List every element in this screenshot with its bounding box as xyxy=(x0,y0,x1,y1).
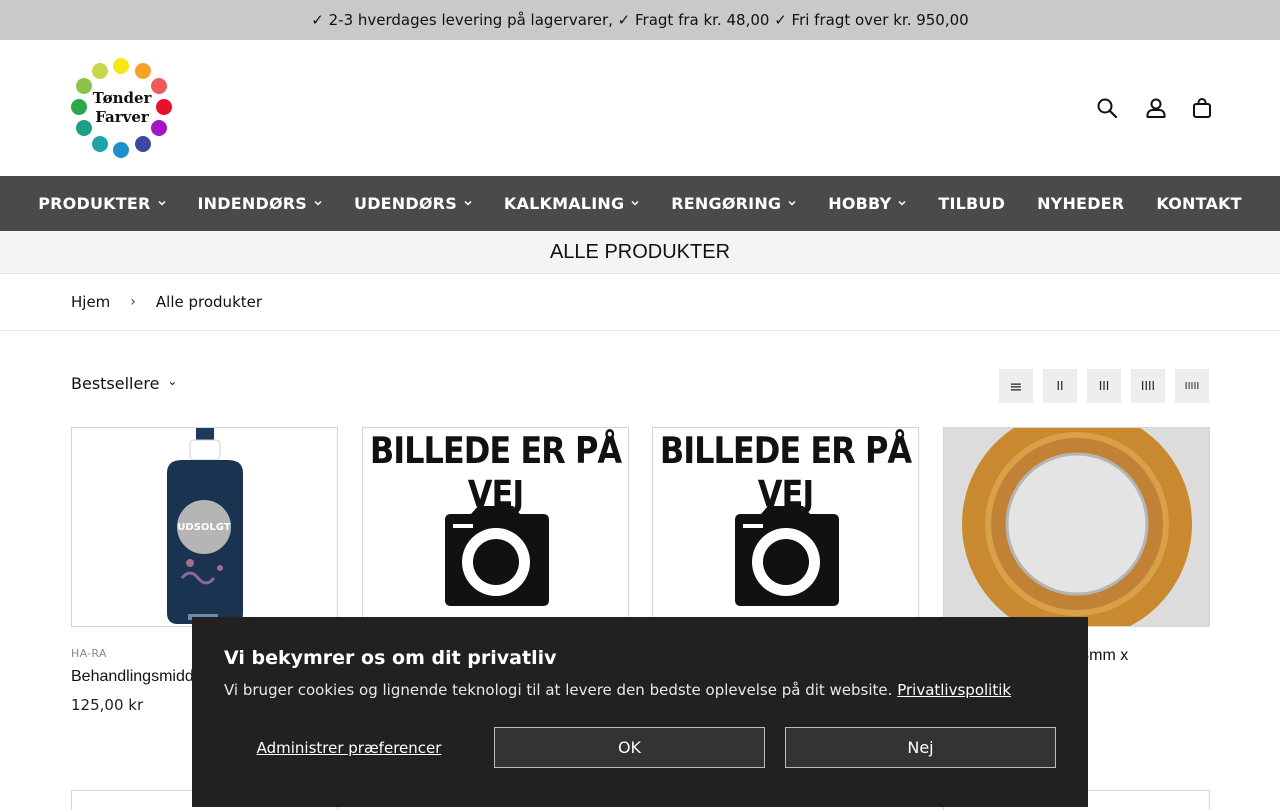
breadcrumb-current: Alle produkter xyxy=(155,293,263,311)
accept-cookies-button[interactable]: OK xyxy=(494,727,765,768)
site-header: Tønder Farver xyxy=(0,40,1280,176)
divider xyxy=(0,330,1280,331)
product-image[interactable] xyxy=(943,427,1210,627)
tape-roll-image xyxy=(944,428,1209,626)
nav-item-label: UDENDØRS xyxy=(354,194,457,213)
nav-item-label: RENGØRING xyxy=(671,194,782,213)
announcement-text: ✓ 2-3 hverdages levering på lagervarer, … xyxy=(311,11,969,29)
sort-dropdown[interactable]: Bestsellere ⌄ xyxy=(71,373,178,394)
product-image[interactable]: UDSOLGT xyxy=(71,427,338,627)
privacy-policy-link[interactable]: Privatlivspolitik xyxy=(897,681,1011,699)
logo-wordmark: Tønder Farver xyxy=(71,89,173,127)
camera-icon xyxy=(735,506,839,606)
product-image[interactable]: BILLEDE ER PÅ VEJ xyxy=(362,427,629,627)
search-icon[interactable] xyxy=(1095,96,1119,120)
grid-view-switcher: ≡ II III IIII IIIII xyxy=(999,369,1209,403)
decline-cookies-button[interactable]: Nej xyxy=(785,727,1056,768)
chevron-down-icon: ⌄ xyxy=(167,373,178,388)
chevron-down-icon xyxy=(631,199,639,209)
account-icon[interactable] xyxy=(1144,96,1168,120)
view-4-columns-button[interactable]: IIII xyxy=(1131,369,1165,403)
logo-line-1: Tønder xyxy=(92,89,152,107)
logo-line-2: Farver xyxy=(95,108,149,126)
nav-item-4[interactable]: RENGØRING xyxy=(655,194,812,213)
cart-icon[interactable] xyxy=(1190,96,1214,120)
nav-item-label: TILBUD xyxy=(938,194,1006,213)
nav-item-label: PRODUKTER xyxy=(38,194,151,213)
page-title: ALLE PRODUKTER xyxy=(549,240,731,263)
breadcrumb-home-link[interactable]: Hjem xyxy=(71,293,110,311)
view-list-button[interactable]: ≡ xyxy=(999,369,1033,403)
manage-preferences-link[interactable]: Administrer præferencer xyxy=(224,739,474,757)
chevron-down-icon xyxy=(788,199,796,209)
nav-item-2[interactable]: UDENDØRS xyxy=(338,194,488,213)
nav-item-8[interactable]: KONTAKT xyxy=(1140,194,1257,213)
chevron-down-icon xyxy=(464,199,472,209)
view-2-columns-button[interactable]: II xyxy=(1043,369,1077,403)
cookie-text: Vi bruger cookies og lignende teknologi … xyxy=(224,681,1056,699)
chevron-down-icon xyxy=(157,199,166,209)
product-card[interactable]: BILLEDE ER PÅ VEJ xyxy=(362,427,629,627)
view-3-columns-button[interactable]: III xyxy=(1087,369,1121,403)
nav-item-label: INDENDØRS xyxy=(197,194,307,213)
nav-item-label: HOBBY xyxy=(828,194,892,213)
nav-item-1[interactable]: INDENDØRS xyxy=(182,194,338,213)
nav-item-label: KONTAKT xyxy=(1156,194,1242,213)
cookie-body-text: Vi bruger cookies og lignende teknologi … xyxy=(224,681,893,699)
store-logo[interactable]: Tønder Farver xyxy=(71,57,173,159)
nav-item-6[interactable]: TILBUD xyxy=(922,194,1021,213)
page-title-bar: ALLE PRODUKTER xyxy=(0,231,1280,274)
chevron-down-icon xyxy=(898,199,906,209)
breadcrumb: Hjem › Alle produkter xyxy=(71,274,262,330)
sort-label: Bestsellere xyxy=(71,374,160,393)
sold-out-badge: UDSOLGT xyxy=(177,500,231,554)
nav-item-label: KALKMALING xyxy=(503,194,625,213)
chevron-down-icon xyxy=(314,199,322,209)
camera-icon xyxy=(445,506,549,606)
cookie-consent-banner: Vi bekymrer os om dit privatliv Vi bruge… xyxy=(192,617,1088,807)
main-navigation: PRODUKTER INDENDØRS UDENDØRS KALKMALING RENG… xyxy=(0,176,1280,231)
nav-item-label: NYHEDER xyxy=(1037,194,1125,213)
cookie-actions: Administrer præferencer OK Nej xyxy=(224,727,1056,768)
nav-item-0[interactable]: PRODUKTER xyxy=(22,194,181,213)
cookie-title: Vi bekymrer os om dit privatliv xyxy=(224,647,557,669)
nav-item-3[interactable]: KALKMALING xyxy=(488,194,655,213)
nav-item-5[interactable]: HOBBY xyxy=(812,194,922,213)
nav-item-7[interactable]: NYHEDER xyxy=(1021,194,1140,213)
view-5-columns-button[interactable]: IIIII xyxy=(1175,369,1209,403)
breadcrumb-separator-icon: › xyxy=(130,294,136,310)
announcement-bar: ✓ 2-3 hverdages levering på lagervarer, … xyxy=(0,0,1280,40)
product-image[interactable]: BILLEDE ER PÅ VEJ xyxy=(652,427,919,627)
product-card[interactable]: BILLEDE ER PÅ VEJ xyxy=(652,427,919,627)
